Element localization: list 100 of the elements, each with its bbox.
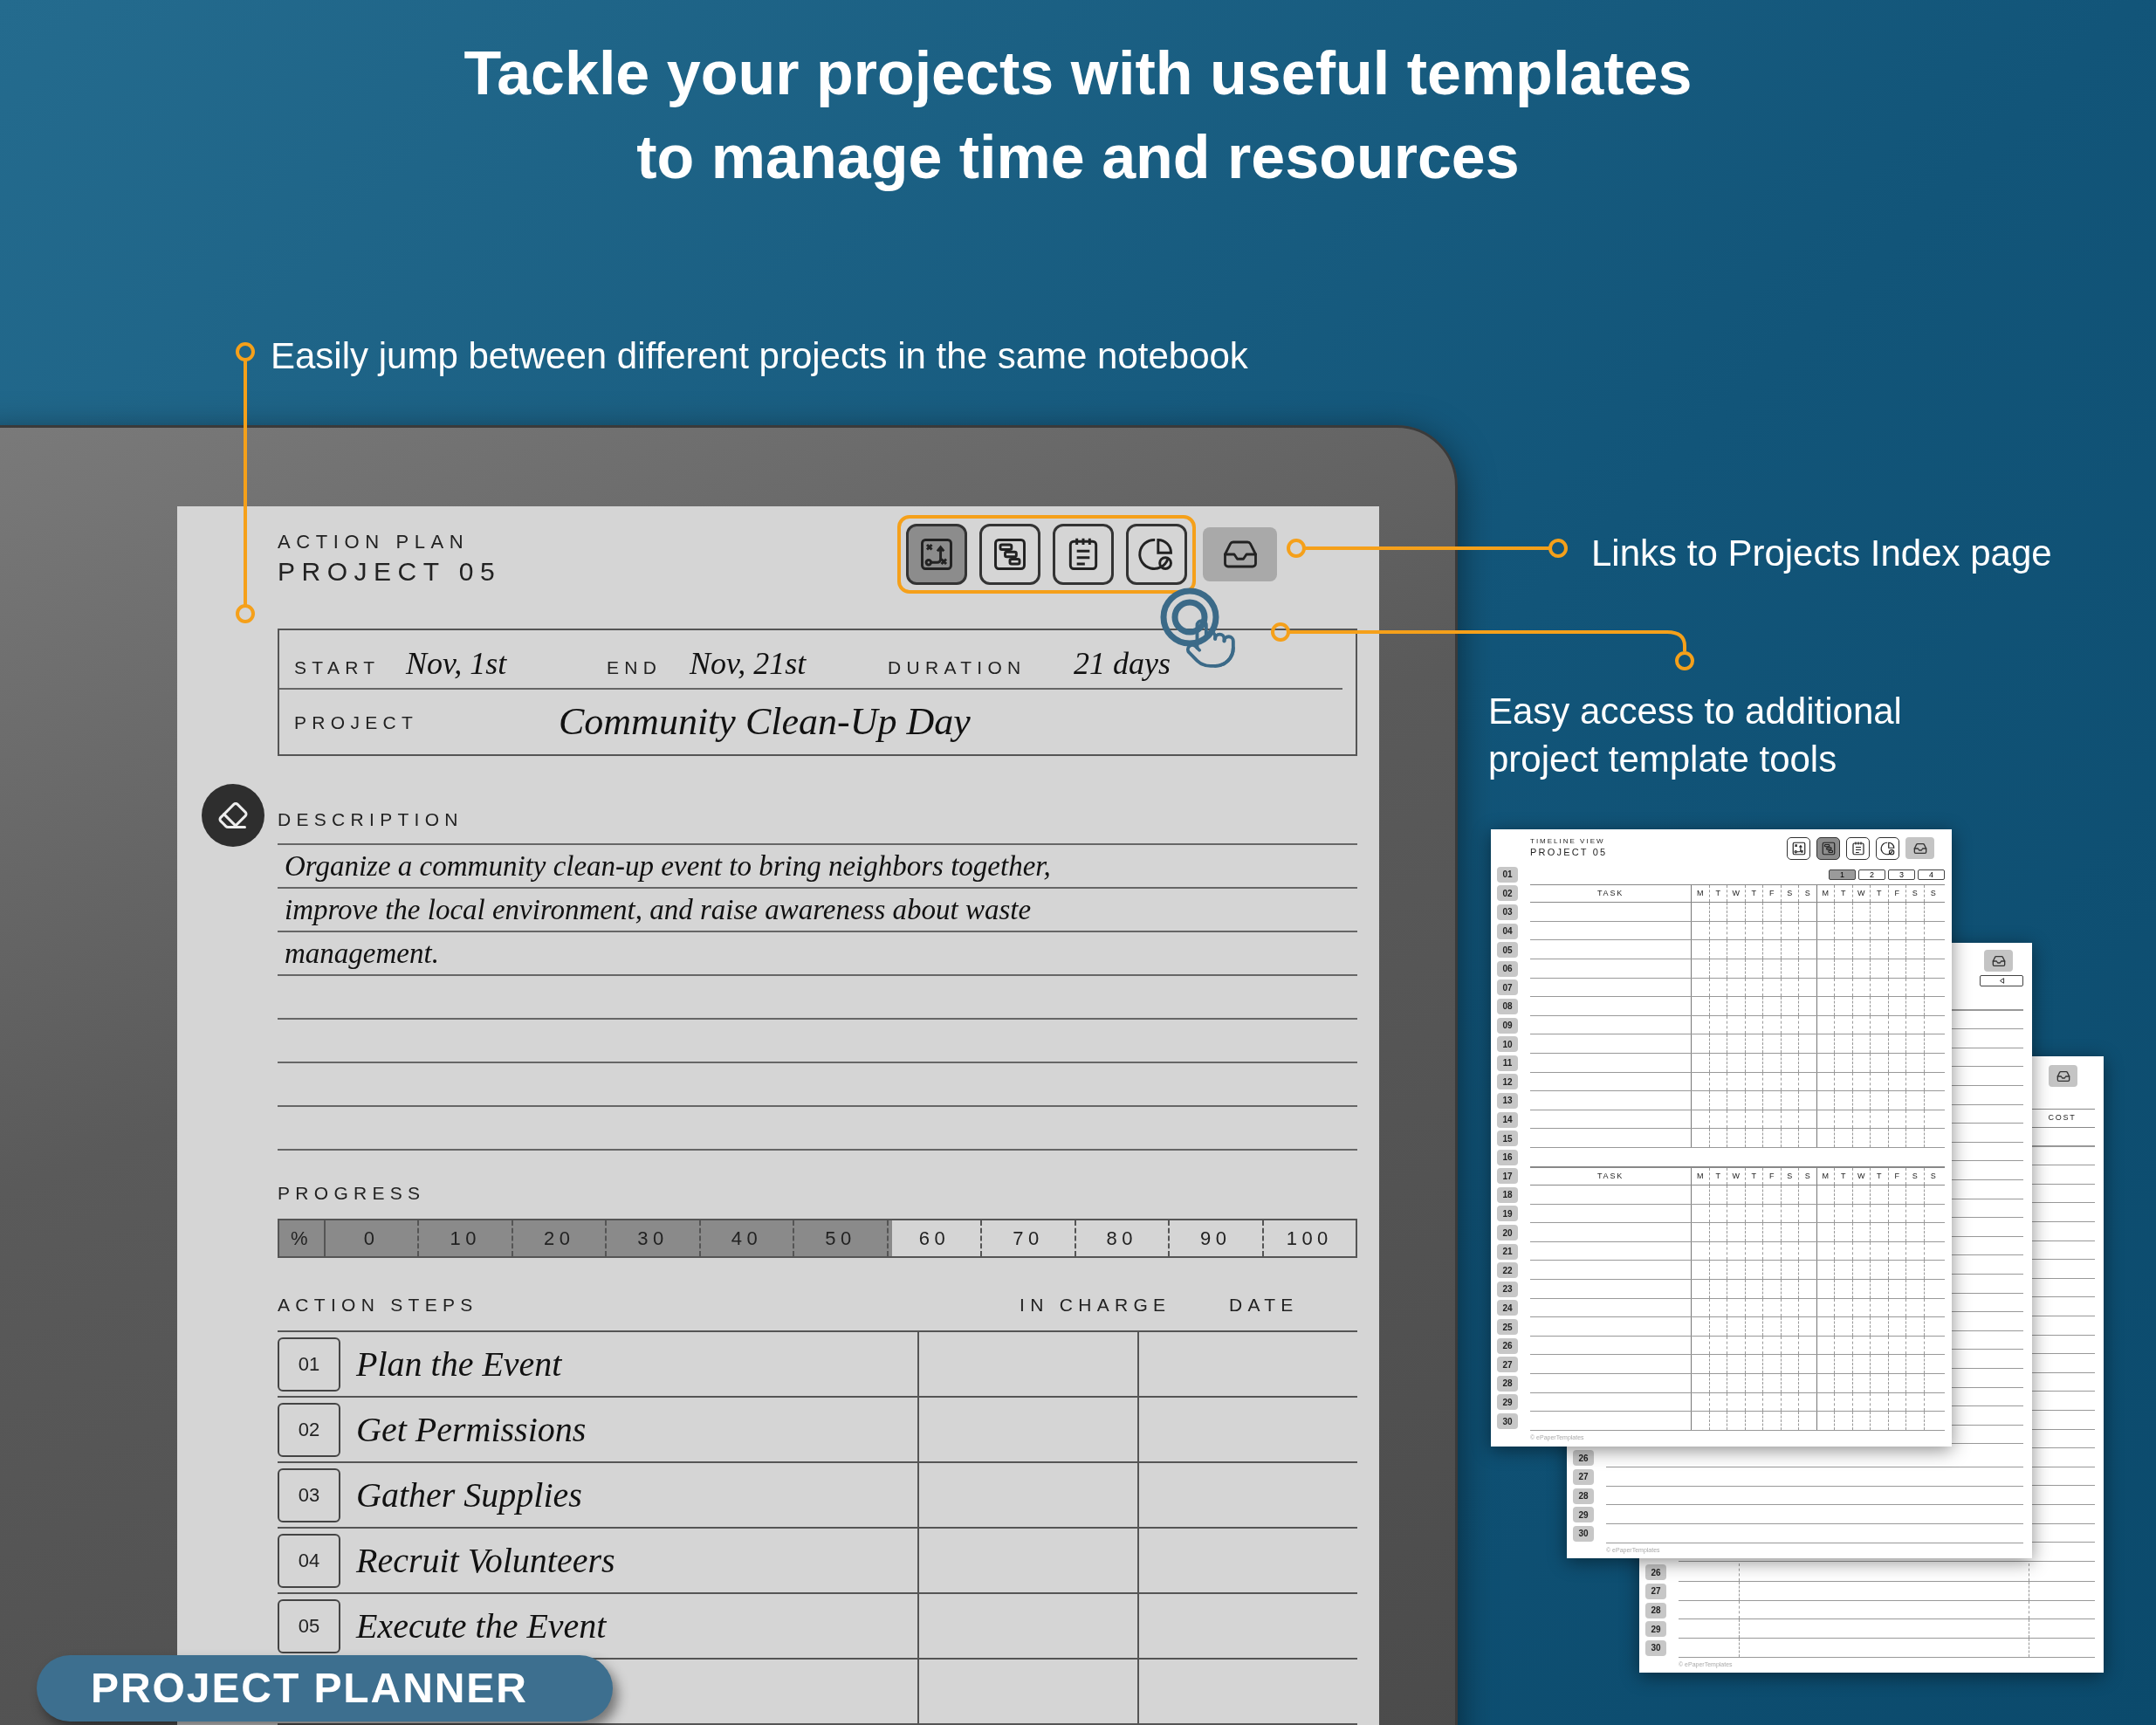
row-number-tag: 17 (1497, 1168, 1518, 1185)
day-header: W (1852, 884, 1871, 903)
field-label: END (607, 656, 663, 679)
column-header: TASK (1530, 1167, 1692, 1186)
row-number-tag: 18 (1497, 1186, 1518, 1203)
row-number-tag: 28 (1497, 1375, 1518, 1392)
row-number-tag: 26 (1573, 1450, 1594, 1467)
progress-scale-label: 90 (1170, 1220, 1264, 1256)
callout-text: Easy access to additional project template tools (1488, 690, 1902, 781)
day-header: F (1763, 1167, 1782, 1186)
row-number-tag: 29 (1497, 1394, 1518, 1411)
row-number-tag: 13 (1497, 1092, 1518, 1109)
step-number: 03 (278, 1467, 340, 1522)
step-task: Recruit Volunteers (356, 1539, 615, 1582)
row-number-tag: 12 (1497, 1074, 1518, 1090)
progress-scale-label: 60 (888, 1220, 983, 1256)
progress-scale-label: 20 (512, 1220, 608, 1256)
progress-scale-label: 0 (326, 1220, 420, 1256)
row-number-tag: 14 (1497, 1111, 1518, 1128)
progress-scale-label: 80 (1075, 1220, 1171, 1256)
section-label: DESCRIPTION (278, 808, 464, 832)
row-number-tag: 27 (1573, 1468, 1594, 1485)
day-header: T (1871, 1167, 1889, 1186)
field-label: START (294, 656, 381, 679)
day-header: M (1692, 884, 1710, 903)
row-number-tag: 24 (1497, 1300, 1518, 1316)
progress-scale-label: 10 (419, 1220, 513, 1256)
row-number-tag: 06 (1497, 960, 1518, 977)
day-header: S (1906, 884, 1925, 903)
column-header: DATE (1229, 1293, 1299, 1316)
day-header: M (1816, 884, 1835, 903)
column-header: ACTION STEPS (278, 1293, 479, 1316)
day-header: S (1929, 1170, 1937, 1182)
description-text: management. (285, 937, 439, 972)
row-number-tag: 07 (1497, 979, 1518, 996)
row-number-tag: 08 (1497, 998, 1518, 1014)
progress-scale-label: 40 (700, 1220, 795, 1256)
step-number: 04 (278, 1533, 340, 1588)
page-title: PROJECT 05 (278, 556, 502, 588)
step-number: 02 (278, 1402, 340, 1457)
callout-text: Links to Projects Index page (1591, 532, 2052, 575)
row-number-tag: 20 (1497, 1225, 1518, 1241)
column-header: IN CHARGE (1020, 1293, 1172, 1316)
day-header: T (1745, 884, 1763, 903)
day-header: W (1852, 1167, 1871, 1186)
day-header: S (1799, 884, 1817, 903)
page-tab[interactable]: 3 (1888, 869, 1915, 880)
row-number-tag: 21 (1497, 1243, 1518, 1260)
field-label: PROJECT (294, 711, 420, 734)
title-badge: PROJECT PLANNER (37, 1655, 613, 1722)
page-title: PROJECT 05 (1530, 846, 1608, 858)
progress-scale-label: % (279, 1220, 326, 1256)
day-header: M (1692, 1167, 1710, 1186)
day-header: S (1781, 884, 1799, 903)
progress-scale-label: 50 (794, 1220, 889, 1256)
day-header: W (1727, 884, 1746, 903)
page-tab[interactable]: 1 (1829, 869, 1856, 880)
row-number-tag: 28 (1573, 1488, 1594, 1504)
day-header: T (1709, 1167, 1727, 1186)
step-number: 05 (278, 1598, 340, 1653)
row-number-tag: 10 (1497, 1036, 1518, 1053)
description-text: Organize a community clean-up event to bring neighbors together, (285, 849, 1051, 884)
progress-scale-label: 70 (982, 1220, 1076, 1256)
step-number: 01 (278, 1337, 340, 1392)
row-number-tag: 11 (1497, 1055, 1518, 1071)
row-number-tag: 16 (1497, 1149, 1518, 1165)
section-label: PROGRESS (278, 1182, 427, 1206)
step-task: Gather Supplies (356, 1474, 582, 1516)
step-task: Plan the Event (356, 1343, 562, 1385)
day-header: T (1871, 884, 1889, 903)
progress-scale-label: 30 (607, 1220, 701, 1256)
row-number-tag: 29 (1573, 1507, 1594, 1523)
page-subtitle: ACTION PLAN (278, 530, 470, 554)
column-header: COST (2047, 1112, 2077, 1124)
day-header: T (1835, 1167, 1853, 1186)
row-number-tag: 05 (1497, 942, 1518, 959)
day-header: S (1799, 1167, 1817, 1186)
day-header: T (1709, 884, 1727, 903)
description-text: improve the local environment, and raise awareness about waste (285, 893, 1032, 928)
details-box: START Nov, 1st END Nov, 21st DURATION 21 days PROJECT Community Clean-Up Day (278, 629, 1357, 757)
row-number-tag: 30 (1573, 1525, 1594, 1542)
headline: Tackle your projects with useful templates to manage time and resources (463, 38, 1693, 193)
day-header: F (1888, 884, 1906, 903)
row-number-tag: 04 (1497, 923, 1518, 939)
row-number-tag: 19 (1497, 1206, 1518, 1222)
page-tab[interactable]: 2 (1858, 869, 1885, 880)
row-number-tag: 02 (1497, 885, 1518, 902)
day-header: S (1929, 887, 1937, 899)
row-number-tag: 30 (1497, 1413, 1518, 1429)
row-number-tag: 23 (1497, 1281, 1518, 1297)
step-task: Get Permissions (356, 1408, 587, 1451)
row-number-tag: 28 (1645, 1602, 1666, 1618)
row-number-tag: 01 (1497, 866, 1518, 883)
row-number-tag: 25 (1497, 1319, 1518, 1336)
page-tab[interactable]: 4 (1918, 869, 1945, 880)
progress-scale-label: 100 (1285, 1226, 1334, 1251)
page-subtitle: TIMELINE VIEW (1530, 837, 1606, 846)
row-number-tag: 15 (1497, 1131, 1518, 1147)
row-number-tag: 30 (1645, 1639, 1666, 1656)
row-number-tag: 03 (1497, 904, 1518, 920)
